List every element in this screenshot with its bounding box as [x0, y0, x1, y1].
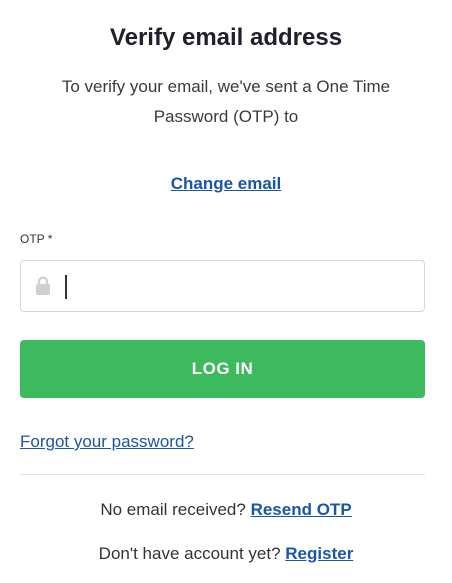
verify-email-page: Verify email address To verify your emai…: [0, 0, 452, 583]
otp-input[interactable]: [63, 271, 413, 303]
otp-field[interactable]: [20, 260, 425, 312]
page-subtitle: To verify your email, we've sent a One T…: [0, 72, 452, 132]
register-row: Don't have account yet? Register: [0, 544, 452, 564]
forgot-password-link[interactable]: Forgot your password?: [20, 432, 194, 452]
page-title: Verify email address: [109, 24, 343, 51]
resend-row: No email received? Resend OTP: [0, 500, 452, 520]
divider: [20, 474, 425, 475]
change-email-link[interactable]: Change email: [0, 174, 452, 194]
subtitle-line-2: Password (OTP) to: [153, 107, 299, 126]
resend-prompt: No email received?: [100, 500, 246, 519]
subtitle-line-1: To verify your email, we've sent a One T…: [61, 77, 391, 96]
otp-label: OTP *: [20, 232, 53, 246]
text-cursor: [65, 275, 67, 299]
lock-icon: [36, 276, 50, 295]
register-link[interactable]: Register: [285, 544, 353, 563]
register-prompt: Don't have account yet?: [98, 544, 281, 563]
resend-otp-link[interactable]: Resend OTP: [251, 500, 352, 519]
login-button[interactable]: LOG IN: [20, 340, 425, 398]
